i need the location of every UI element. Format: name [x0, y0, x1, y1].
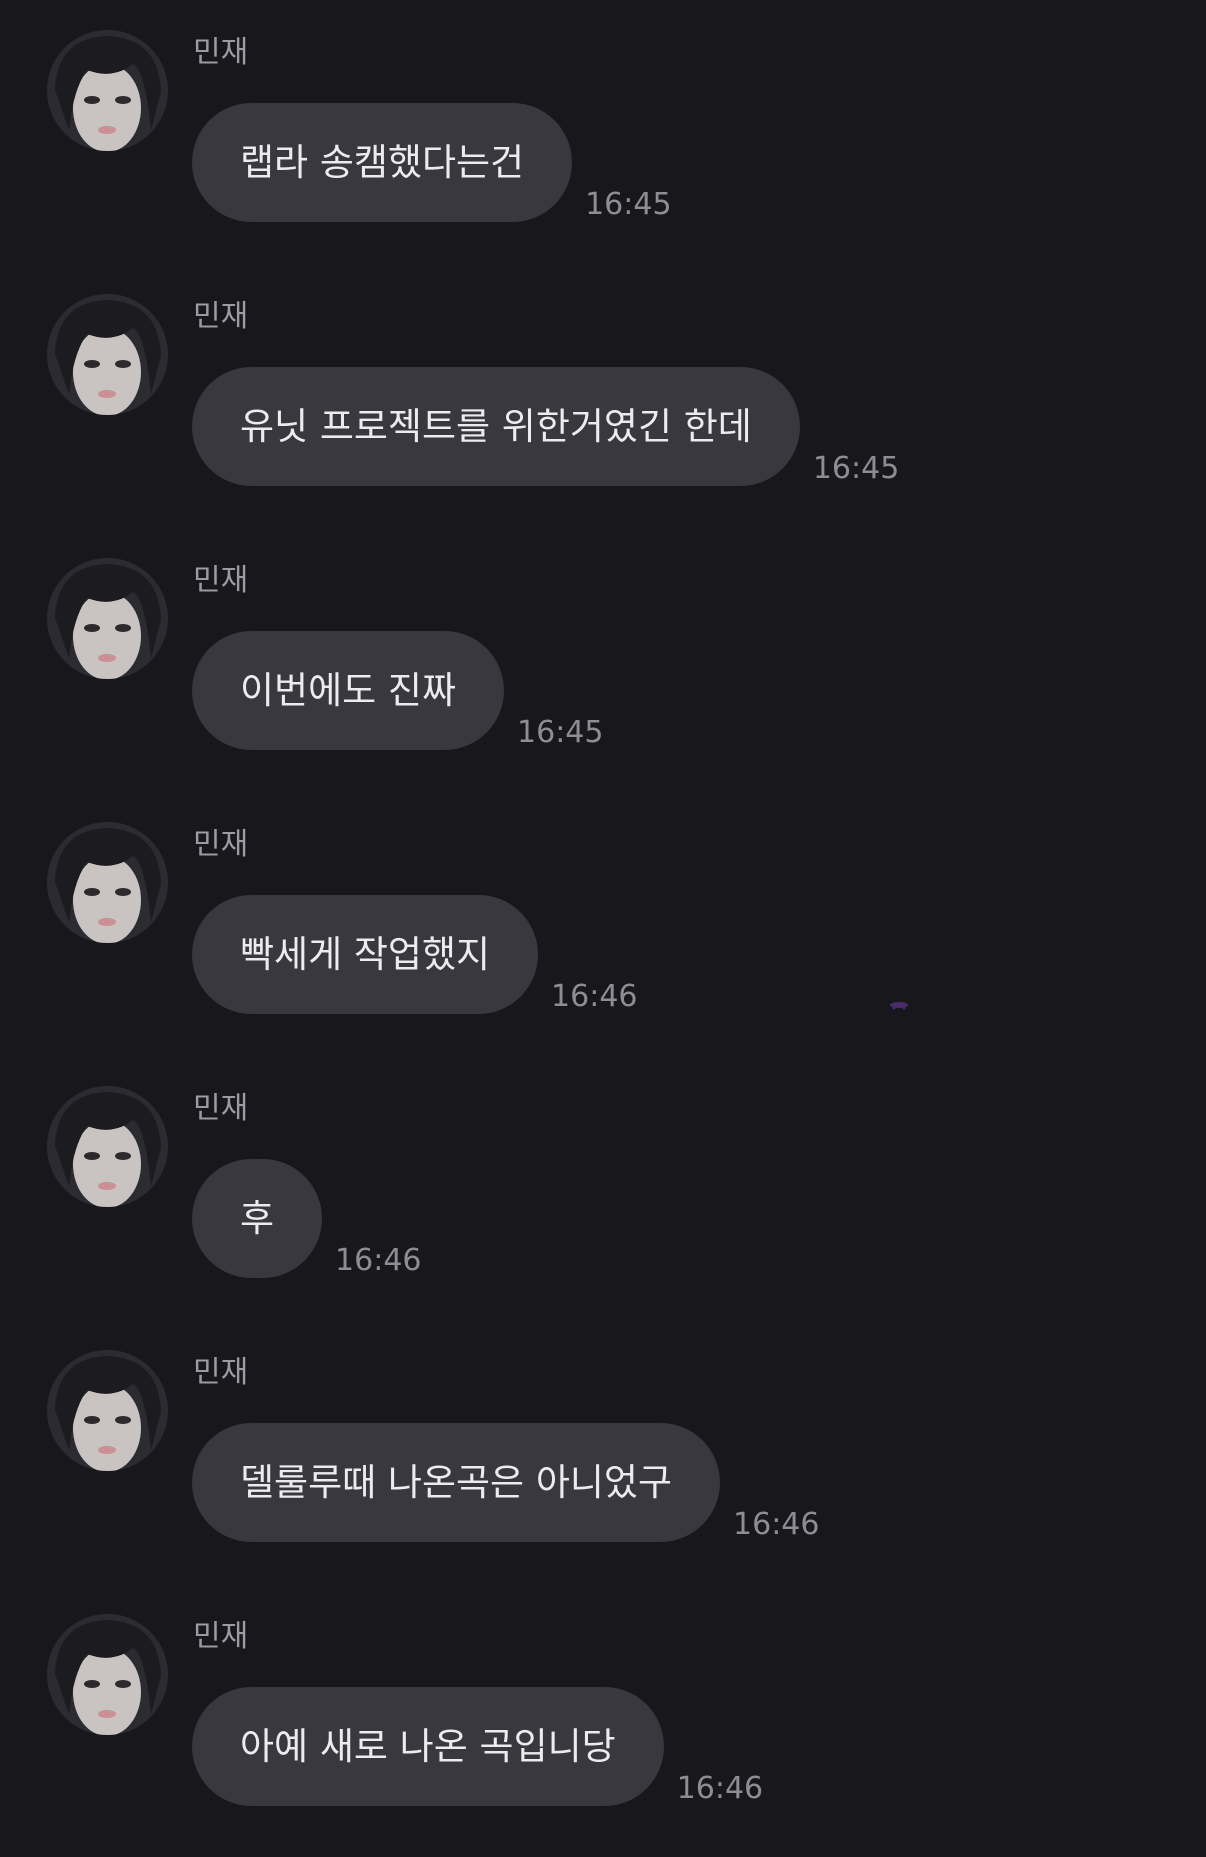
avatar[interactable]	[47, 558, 168, 679]
message-row: 민재 후 16:46	[0, 1056, 1206, 1278]
sender-name: 민재	[193, 1619, 249, 1654]
avatar-image	[47, 822, 168, 943]
message-timestamp: 16:45	[517, 715, 604, 750]
avatar-image	[47, 294, 168, 415]
chat-thread: 민재 랩라 송캠했다는건 16:45 민재 유닛 프로젝트를 위한거였긴 한데 …	[0, 0, 1206, 1857]
message-row: 민재 아예 새로 나온 곡입니당 16:46	[0, 1584, 1206, 1806]
message-timestamp: 16:45	[585, 187, 672, 222]
sender-name: 민재	[193, 299, 249, 334]
message-bubble[interactable]: 이번에도 진짜	[192, 631, 505, 750]
sender-name: 민재	[193, 563, 249, 598]
sender-name: 민재	[193, 1091, 249, 1126]
message-timestamp: 16:45	[812, 451, 900, 486]
message-timestamp: 16:46	[551, 979, 638, 1014]
avatar-image	[47, 1350, 168, 1471]
message-bubble-row: 유닛 프로젝트를 위한거였긴 한데 16:45	[192, 367, 899, 486]
message-row: 민재 델룰루때 나온곡은 아니었구 16:46	[0, 1320, 1206, 1542]
avatar[interactable]	[47, 1614, 168, 1735]
message-row: 민재 이번에도 진짜 16:45	[0, 528, 1206, 750]
avatar[interactable]	[47, 30, 168, 151]
message-bubble-row: 아예 새로 나온 곡입니당 16:46	[192, 1687, 763, 1806]
avatar[interactable]	[47, 822, 168, 943]
message-bubble[interactable]: 후	[192, 1159, 323, 1278]
message-bubble-row: 랩라 송캠했다는건 16:45	[192, 103, 672, 222]
message-bubble[interactable]: 빡세게 작업했지	[192, 895, 539, 1014]
message-bubble-row: 후 16:46	[192, 1159, 422, 1278]
avatar-image	[47, 30, 168, 151]
message-bubble[interactable]: 아예 새로 나온 곡입니당	[192, 1687, 664, 1806]
message-bubble-row: 델룰루때 나온곡은 아니었구 16:46	[192, 1423, 819, 1542]
avatar-image	[47, 1614, 168, 1735]
message-row: 민재 빡세게 작업했지 16:46	[0, 792, 1206, 1014]
sender-name: 민재	[193, 35, 249, 70]
message-timestamp: 16:46	[733, 1507, 820, 1542]
avatar[interactable]	[47, 1350, 168, 1471]
message-bubble-row: 이번에도 진짜 16:45	[192, 631, 603, 750]
message-bubble[interactable]: 델룰루때 나온곡은 아니었구	[192, 1423, 721, 1542]
message-row: 민재 랩라 송캠했다는건 16:45	[0, 0, 1206, 222]
decorative-speck-icon	[890, 1002, 908, 1010]
message-row: 민재 유닛 프로젝트를 위한거였긴 한데 16:45	[0, 264, 1206, 486]
sender-name: 민재	[193, 1355, 249, 1390]
avatar[interactable]	[47, 1086, 168, 1207]
avatar-image	[47, 558, 168, 679]
message-timestamp: 16:46	[676, 1771, 764, 1806]
message-bubble-row: 빡세게 작업했지 16:46	[192, 895, 638, 1014]
avatar[interactable]	[47, 294, 168, 415]
message-timestamp: 16:46	[335, 1243, 422, 1278]
sender-name: 민재	[193, 827, 249, 862]
message-bubble[interactable]: 랩라 송캠했다는건	[192, 103, 573, 222]
avatar-image	[47, 1086, 168, 1207]
message-bubble[interactable]: 유닛 프로젝트를 위한거였긴 한데	[192, 367, 800, 486]
